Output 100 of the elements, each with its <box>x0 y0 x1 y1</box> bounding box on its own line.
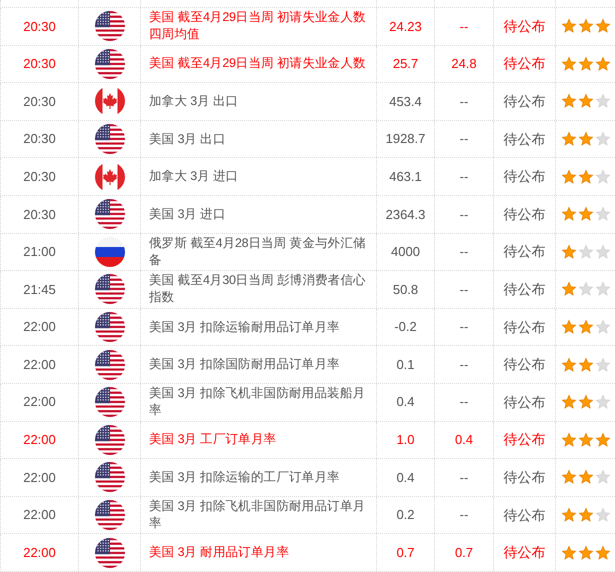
forecast-cell-text: -- <box>460 356 468 374</box>
forecast-cell-text: 0.4 <box>454 431 474 450</box>
event-cell: 加拿大 3月 进口 <box>149 168 238 186</box>
actual-cell-text: 待公布 <box>504 280 546 299</box>
time-cell-text: 22:00 <box>23 356 56 374</box>
actual-cell-text: 待公布 <box>504 167 546 186</box>
star-icon <box>560 206 576 222</box>
forecast-cell-text: -- <box>460 92 468 111</box>
event-cell: 美国 3月 进口 <box>149 206 226 223</box>
star-icon <box>578 244 594 260</box>
event-cell-text: 美国 截至4月30日当周 彭博消费者信心指数 <box>149 272 367 306</box>
forecast-cell-text: -- <box>460 243 468 262</box>
star-icon <box>594 469 610 486</box>
actual-cell-text: 待公布 <box>504 54 546 74</box>
star-icon <box>578 356 594 373</box>
event-cell-text: 美国 3月 扣除飞机非国防耐用品装船月率 <box>149 385 366 420</box>
star-icon <box>578 18 594 34</box>
us-flag-icon <box>94 11 124 42</box>
previous-cell-text: 0.4 <box>396 393 415 412</box>
forecast-cell-text: -- <box>460 18 468 36</box>
us-flag-icon <box>94 538 124 568</box>
actual-cell-text: 待公布 <box>504 92 546 111</box>
star-icon <box>560 244 576 260</box>
actual-cell-text: 待公布 <box>504 204 546 224</box>
star-icon <box>560 544 576 561</box>
star-icon <box>560 469 576 486</box>
us-flag-icon <box>94 500 124 530</box>
star-icon <box>578 206 594 222</box>
star-icon <box>594 56 610 72</box>
forecast-cell-text: -- <box>460 468 468 487</box>
previous-cell-text: 2364.3 <box>386 206 426 224</box>
star-icon <box>594 244 610 260</box>
actual-cell-text: 待公布 <box>504 16 546 36</box>
forecast-cell-text: 24.8 <box>451 55 477 74</box>
star-icon <box>594 319 610 336</box>
us-flag-icon <box>94 199 124 230</box>
star-icon <box>594 507 610 524</box>
time-cell-text: 20:30 <box>23 55 56 74</box>
forecast-cell-text: 0.7 <box>454 544 474 562</box>
star-icon <box>578 93 594 110</box>
forecast-cell-text: -- <box>460 280 468 299</box>
star-icon <box>578 281 594 298</box>
time-cell-text: 20:30 <box>23 168 56 186</box>
star-icon <box>578 168 594 185</box>
previous-cell-text: 0.1 <box>396 356 415 374</box>
star-icon <box>594 432 610 448</box>
event-cell: 美国 3月 扣除运输耐用品订单月率 <box>149 318 340 336</box>
star-icon <box>560 394 576 410</box>
star-icon <box>578 507 594 524</box>
star-icon <box>578 544 594 561</box>
us-flag-icon <box>94 424 124 455</box>
star-icon <box>560 281 576 298</box>
star-icon <box>594 206 610 222</box>
previous-cell-text: 1.0 <box>396 431 415 450</box>
actual-cell-text: 待公布 <box>504 355 546 374</box>
star-icon <box>594 356 610 373</box>
time-cell-text: 22:00 <box>23 506 56 524</box>
time-cell-text: 20:30 <box>23 206 56 224</box>
star-icon <box>578 56 594 72</box>
actual-cell-text: 待公布 <box>504 468 546 487</box>
star-icon <box>578 394 594 410</box>
star-icon <box>560 432 576 448</box>
event-cell-text: 美国 3月 扣除飞机非国防耐用品订单月率 <box>149 498 366 532</box>
canada-flag-icon <box>94 162 124 192</box>
event-cell-text: 美国 截至4月29日当周 初请失业金人数四周均值 <box>149 9 367 44</box>
actual-cell-text: 待公布 <box>504 543 546 562</box>
canada-flag-icon <box>94 86 124 116</box>
time-cell-text: 20:30 <box>23 18 56 36</box>
previous-cell-text: 0.7 <box>396 544 415 562</box>
previous-cell-text: 0.2 <box>396 506 415 524</box>
actual-cell-text: 待公布 <box>504 430 546 450</box>
star-icon <box>578 319 594 336</box>
forecast-cell-text: -- <box>460 393 468 412</box>
actual-cell-text: 待公布 <box>504 506 546 525</box>
event-cell: 美国 3月 扣除运输的工厂订单月率 <box>149 468 340 486</box>
star-icon <box>594 281 610 298</box>
star-icon <box>594 544 610 561</box>
event-cell: 美国 3月 扣除国防耐用品订单月率 <box>149 356 340 374</box>
time-cell-text: 22:00 <box>23 393 56 412</box>
event-cell-text: 俄罗斯 截至4月28日当周 黄金与外汇储备 <box>149 234 367 269</box>
actual-cell-text: 待公布 <box>504 392 546 412</box>
previous-cell-text: 453.4 <box>389 92 422 111</box>
previous-cell-text: 4000 <box>391 243 420 262</box>
russia-flag-icon <box>94 236 124 267</box>
time-cell-text: 22:00 <box>23 318 56 336</box>
star-icon <box>560 131 576 148</box>
us-flag-icon <box>94 274 124 304</box>
event-cell: 美国 3月 工厂订单月率 <box>149 431 276 448</box>
star-icon <box>594 18 610 34</box>
star-icon <box>560 56 576 72</box>
event-cell: 加拿大 3月 出口 <box>149 92 238 110</box>
star-icon <box>594 394 610 410</box>
us-flag-icon <box>94 350 124 380</box>
forecast-cell-text: -- <box>460 168 468 186</box>
time-cell-text: 21:45 <box>23 280 56 299</box>
us-flag-icon <box>94 124 124 154</box>
event-cell: 美国 3月 出口 <box>149 130 226 148</box>
forecast-cell-text: -- <box>460 506 468 524</box>
previous-cell-text: -0.2 <box>394 318 417 336</box>
star-icon <box>578 131 594 148</box>
